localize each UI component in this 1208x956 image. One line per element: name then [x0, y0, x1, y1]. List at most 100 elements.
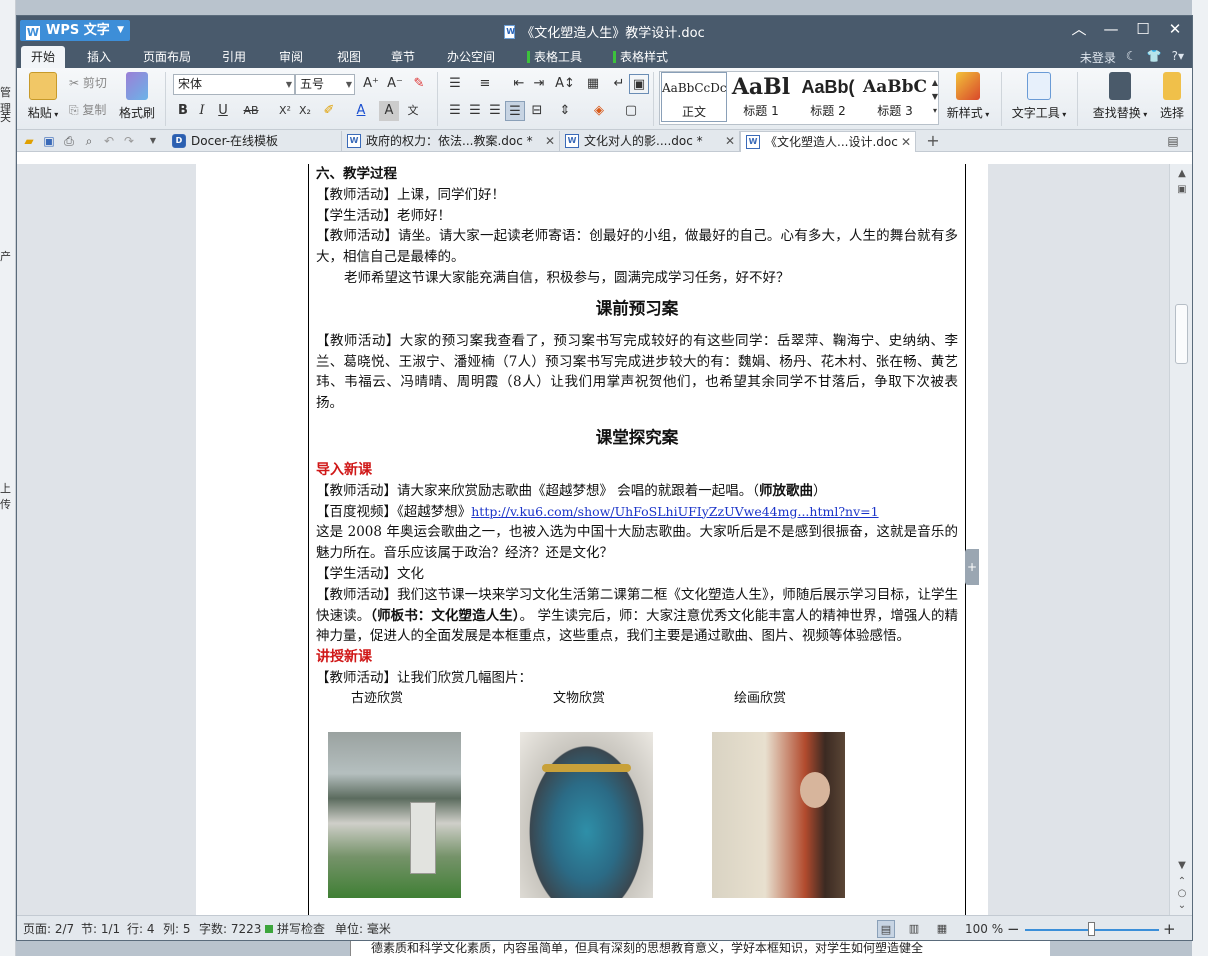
tab-document[interactable]: W 文化对人的影....doc * ✕: [560, 131, 740, 152]
tab-insert[interactable]: 插入: [77, 46, 121, 68]
shirt-icon[interactable]: 👕: [1147, 49, 1162, 66]
borders-icon[interactable]: ▢: [621, 101, 641, 121]
page-view-button[interactable]: ▤: [877, 920, 895, 938]
grow-font-icon[interactable]: A⁺: [361, 74, 381, 94]
tab-chapter[interactable]: 章节: [381, 46, 425, 68]
horse-painting-image[interactable]: [712, 732, 845, 898]
video-link[interactable]: http://v.ku6.com/show/UhFoSLhiUFIyZzUVwe…: [471, 504, 878, 519]
phonetic-icon[interactable]: 文: [403, 101, 423, 121]
new-style-button[interactable]: 新样式 ▾: [941, 72, 995, 121]
strikethrough-icon[interactable]: AB: [241, 101, 261, 121]
font-color-icon[interactable]: A: [351, 101, 371, 121]
select-browse-icon[interactable]: ○: [1170, 888, 1192, 899]
copy-button[interactable]: ⎘ 复制: [69, 101, 106, 118]
print-preview-icon[interactable]: ⌕: [81, 133, 97, 149]
next-page-icon[interactable]: ⌄: [1170, 900, 1192, 911]
help-button[interactable]: ?▾: [1172, 49, 1184, 66]
close-button[interactable]: ✕: [1166, 19, 1184, 39]
status-unit[interactable]: 单位: 毫米: [335, 916, 391, 940]
tab-document-active[interactable]: W 《文化塑造人...设计.doc ✕: [740, 131, 916, 152]
maximize-button[interactable]: ☐: [1134, 19, 1152, 39]
close-icon[interactable]: ✕: [725, 131, 735, 151]
tab-document[interactable]: W 政府的权力：依法...教案.doc * ✕: [342, 131, 560, 152]
zoom-level[interactable]: 100 %: [965, 916, 1003, 940]
clear-format-icon[interactable]: ✎: [409, 74, 429, 94]
tab-table-tools[interactable]: 表格工具: [517, 46, 592, 68]
status-page[interactable]: 页面: 2/7: [23, 916, 74, 940]
tab-view[interactable]: 视图: [327, 46, 371, 68]
chevron-up-icon[interactable]: ︿: [1070, 19, 1088, 39]
new-tab-icon[interactable]: +: [925, 133, 941, 149]
print-icon[interactable]: ⎙: [61, 133, 77, 149]
subscript-icon[interactable]: X₂: [295, 101, 315, 121]
login-link[interactable]: 未登录: [1080, 49, 1116, 66]
scroll-down-icon[interactable]: ▼: [1170, 860, 1192, 871]
tab-table-style[interactable]: 表格样式: [603, 46, 678, 68]
prev-page-icon[interactable]: ⌃: [1170, 876, 1192, 887]
paste-button[interactable]: 粘贴 ▾: [25, 72, 61, 121]
font-size-select[interactable]: 五号 ▼: [295, 74, 355, 95]
text-box-icon[interactable]: ▣: [629, 74, 649, 94]
shrink-font-icon[interactable]: A⁻: [385, 74, 405, 94]
underline-icon[interactable]: U: [213, 101, 233, 121]
decrease-indent-icon[interactable]: ⇤: [509, 74, 529, 94]
page-view-icon[interactable]: ▣: [1170, 184, 1192, 195]
bullet-list-icon[interactable]: ☰: [445, 74, 465, 94]
zoom-in-icon[interactable]: +: [1163, 916, 1176, 940]
scroll-thumb[interactable]: [1175, 304, 1188, 364]
spellcheck-toggle[interactable]: 拼写检查: [265, 916, 325, 940]
tab-list-icon[interactable]: ▤: [1165, 133, 1181, 149]
customize-toolbar-icon[interactable]: ▼: [145, 133, 161, 149]
cloisonne-censer-image[interactable]: [520, 732, 653, 898]
increase-indent-icon[interactable]: ⇥: [529, 74, 549, 94]
redo-icon[interactable]: ↷: [121, 133, 137, 149]
text-direction-icon[interactable]: A↕: [555, 74, 575, 94]
tab-docer[interactable]: D Docer-在线模板: [167, 131, 342, 152]
numbered-list-icon[interactable]: ≡: [475, 74, 495, 94]
close-icon[interactable]: ✕: [901, 132, 911, 152]
tab-page-layout[interactable]: 页面布局: [133, 46, 201, 68]
style-heading-2[interactable]: AaBb( 标题 2: [795, 72, 861, 122]
tab-office-space[interactable]: 办公空间: [437, 46, 505, 68]
tab-home[interactable]: 开始: [21, 46, 66, 68]
table-grid-icon[interactable]: ▦: [583, 74, 603, 94]
skin-icon[interactable]: ☾: [1126, 49, 1137, 66]
open-folder-icon[interactable]: ▰: [21, 133, 37, 149]
justify-icon[interactable]: ☰: [505, 101, 525, 121]
style-heading-3[interactable]: AaBbC 标题 3: [862, 72, 928, 122]
text-tools-button[interactable]: 文字工具 ▾: [1007, 72, 1071, 121]
highlight-icon[interactable]: ✐: [319, 101, 339, 121]
vertical-scrollbar[interactable]: ▲ ▣ ▼ ⌃ ○ ⌄: [1169, 164, 1192, 915]
zoom-out-icon[interactable]: −: [1007, 916, 1020, 940]
web-view-button[interactable]: ▦: [933, 920, 951, 938]
tab-review[interactable]: 审阅: [269, 46, 313, 68]
char-shading-icon[interactable]: A: [379, 101, 399, 121]
cut-button[interactable]: ✂ 剪切: [69, 74, 107, 91]
scroll-up-icon[interactable]: ▲: [1170, 168, 1192, 179]
status-wordcount[interactable]: 字数: 7223: [199, 916, 261, 940]
expand-panel-icon[interactable]: +: [965, 549, 979, 585]
distribute-icon[interactable]: ⊟: [527, 101, 547, 121]
line-spacing-icon[interactable]: ⇕: [555, 101, 575, 121]
minimize-button[interactable]: —: [1102, 19, 1120, 39]
bold-icon[interactable]: B: [173, 101, 193, 121]
find-replace-button[interactable]: 查找替换 ▾: [1085, 72, 1155, 121]
align-right-icon[interactable]: ☰: [485, 101, 505, 121]
format-painter-button[interactable]: 格式刷: [117, 72, 157, 121]
superscript-icon[interactable]: X²: [275, 101, 295, 121]
align-left-icon[interactable]: ☰: [445, 101, 465, 121]
close-icon[interactable]: ✕: [545, 131, 555, 151]
undo-icon[interactable]: ↶: [101, 133, 117, 149]
font-name-select[interactable]: 宋体 ▼: [173, 74, 295, 95]
show-marks-icon[interactable]: ↵: [609, 74, 629, 94]
style-normal[interactable]: AaBbCcDc 正文: [661, 72, 727, 122]
tab-references[interactable]: 引用: [212, 46, 256, 68]
save-icon[interactable]: ▣: [41, 133, 57, 149]
italic-icon[interactable]: I: [192, 101, 212, 121]
outline-view-button[interactable]: ▥: [905, 920, 923, 938]
style-heading-1[interactable]: AaBl 标题 1: [728, 72, 794, 122]
historic-site-image[interactable]: [328, 732, 461, 898]
zoom-slider-handle[interactable]: [1088, 922, 1095, 936]
align-center-icon[interactable]: ☰: [465, 101, 485, 121]
paragraph-shading-icon[interactable]: ◈: [589, 101, 609, 121]
